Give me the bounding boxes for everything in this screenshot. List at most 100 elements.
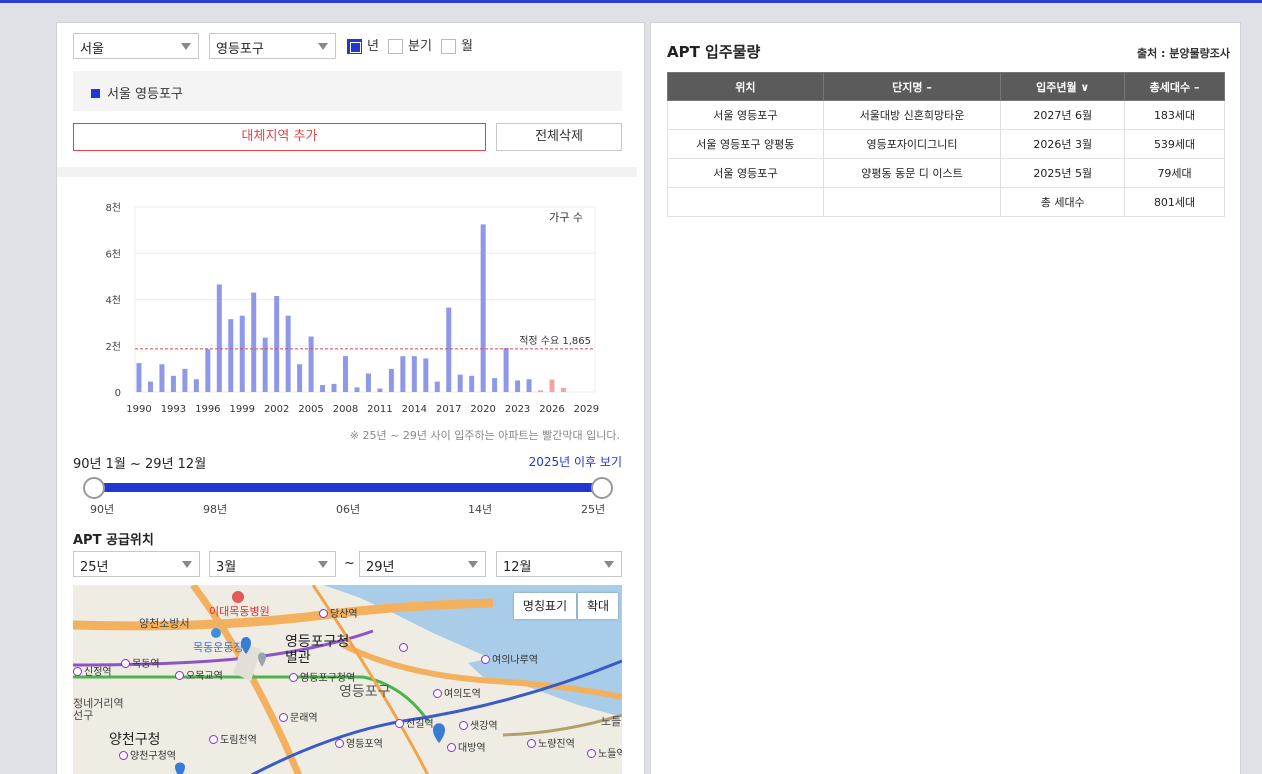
map-label-stadium: 목동운동장: [193, 641, 244, 654]
checkbox-year-label: 년: [367, 39, 379, 54]
chart-bar: [239, 315, 245, 392]
chart-x-tick-label: 2011: [367, 404, 392, 415]
range-tick-label: 98년: [203, 503, 228, 516]
chart-bar: [515, 380, 521, 392]
map-label-nodeul: 노들스: [601, 715, 622, 728]
map-station: 영등포역: [335, 735, 383, 750]
view-after-2025-link[interactable]: 2025년 이후 보기: [529, 453, 622, 470]
col-complex-sort[interactable]: 단지명 –: [822, 72, 1002, 101]
col-move-in-sort[interactable]: 입주년월 ∨: [1000, 72, 1126, 101]
chart-bar: [193, 379, 199, 392]
table-row[interactable]: 서울 영등포구 서울대방 신혼희망타운 2027년 6월 183세대: [667, 100, 1225, 130]
chart-y-tick-label: 4천: [105, 295, 121, 307]
chart-bar: [457, 374, 463, 392]
total-label: 총 세대수: [1000, 187, 1126, 217]
chevron-down-icon: [468, 561, 478, 568]
cell-units: 183세대: [1124, 100, 1225, 130]
map-station: 여의도역: [433, 685, 481, 700]
chart-x-tick-label: 1993: [161, 404, 186, 415]
checkbox-month[interactable]: 월: [441, 39, 473, 55]
cell-move-in: 2027년 6월: [1000, 100, 1126, 130]
district-select[interactable]: 영등포구: [209, 33, 336, 59]
to-month-value: 12월: [503, 560, 532, 575]
map-station: 노들역: [587, 745, 622, 760]
checkbox-unchecked-icon: [388, 39, 403, 54]
cell-location: 서울 영등포구: [667, 158, 824, 188]
range-slider-track[interactable]: [95, 483, 603, 492]
range-slider-end-handle[interactable]: [591, 477, 613, 499]
delete-all-button[interactable]: 전체삭제: [496, 123, 622, 151]
chart-x-tick-label: 2008: [333, 404, 358, 415]
checkbox-year[interactable]: 년: [347, 39, 379, 55]
map-station: 여의나루역: [481, 651, 538, 666]
chart-x-tick-label: 2014: [402, 404, 427, 415]
add-region-button[interactable]: 대체지역 추가: [73, 123, 486, 151]
zoom-button[interactable]: 확대: [578, 593, 618, 619]
chart-bar: [469, 375, 475, 392]
chart-x-tick-label: 1996: [195, 404, 220, 415]
from-year-value: 25년: [80, 560, 109, 575]
chart-y-tick-label: 6천: [105, 248, 121, 260]
from-month-select[interactable]: 3월: [209, 551, 336, 577]
selected-region-label: 서울 영등포구: [107, 87, 183, 102]
table-header-row: 위치 단지명 – 입주년월 ∨ 총세대수 –: [667, 72, 1225, 101]
chart-bar: [285, 315, 291, 392]
chevron-down-icon: [604, 561, 614, 568]
chevron-down-icon: [318, 43, 328, 50]
checkbox-quarter[interactable]: 분기: [388, 39, 432, 55]
map-station: 대방역: [447, 739, 486, 754]
table-row[interactable]: 서울 영등포구 양평동 영등포자이디그니티 2026년 3월 539세대: [667, 129, 1225, 159]
cell-move-in: 2025년 5월: [1000, 158, 1126, 188]
chart-bar: [182, 368, 188, 392]
cell-move-in: 2026년 3월: [1000, 129, 1126, 159]
chart-reference-label: 적정 수요 1,865: [519, 335, 591, 347]
map-label-fire-station: 양천소방서: [139, 617, 190, 630]
map-label-left-2: 선구: [73, 709, 94, 722]
chart-bar: [308, 336, 314, 392]
city-select[interactable]: 서울: [73, 33, 199, 59]
chart-x-tick-label: 1990: [126, 404, 151, 415]
supply-map[interactable]: 이대목동병원 양천소방서 목동운동장 영등포구청 별관 영등포구 양천구청 정네…: [73, 585, 622, 774]
chart-bar: [320, 385, 326, 392]
range-tick-label: 06년: [336, 503, 361, 516]
to-year-select[interactable]: 29년: [359, 551, 486, 577]
chart-bar: [331, 383, 337, 392]
cell-location: 서울 영등포구: [667, 100, 824, 130]
chart-legend-label: 가구 수: [549, 211, 583, 224]
from-year-select[interactable]: 25년: [73, 551, 200, 577]
col-units-sort[interactable]: 총세대수 –: [1124, 72, 1225, 101]
chart-y-tick-label: 0: [115, 388, 121, 399]
cell-complex: 서울대방 신혼희망타운: [822, 100, 1002, 130]
from-month-value: 3월: [216, 560, 237, 575]
checkbox-checked-icon: [347, 39, 362, 54]
to-month-select[interactable]: 12월: [496, 551, 622, 577]
chart-y-tick-label: 8천: [105, 202, 121, 214]
left-panel: 서울 영등포구 년 분기 월 서울 영등포구 대체지역 추가 전체삭제 0 2천 4…: [56, 22, 645, 774]
map-station: 샛강역: [459, 717, 498, 732]
map-label-district: 영등포구: [339, 684, 391, 700]
col-location: 위치: [667, 72, 824, 101]
cell-complex: 영등포자이디그니티: [822, 129, 1002, 159]
range-title: 90년 1월 ~ 29년 12월: [73, 457, 207, 472]
range-slider-start-handle[interactable]: [83, 477, 105, 499]
supply-location-title: APT 공급위치: [73, 533, 154, 548]
chart-bar: [560, 387, 566, 392]
chart-bar: [170, 375, 176, 392]
checkbox-month-label: 월: [461, 39, 473, 54]
chart-bar: [480, 224, 486, 392]
cell-empty: [822, 187, 1002, 217]
map-station: 신정역: [73, 663, 112, 678]
total-value: 801세대: [1124, 187, 1225, 217]
supply-bar-chart: 0 2천 4천 6천 8천 1990 1993 1996 1999 2002 2005 2008 201…: [105, 202, 599, 415]
map-station: 영등포구청역: [289, 669, 355, 684]
checkbox-quarter-label: 분기: [408, 39, 432, 54]
table-row[interactable]: 서울 영등포구 양평동 동문 디 이스트 2025년 5월 79세대: [667, 158, 1225, 188]
toggle-labels-button[interactable]: 명칭표기: [514, 593, 576, 619]
map-station: 도림천역: [209, 731, 257, 746]
chart-bar: [216, 284, 222, 392]
chart-bar: [262, 337, 268, 392]
chart-bar: [342, 356, 348, 392]
chart-bar: [492, 378, 498, 392]
district-select-value: 영등포구: [216, 42, 264, 57]
map-station: 양천구청역: [119, 747, 176, 762]
